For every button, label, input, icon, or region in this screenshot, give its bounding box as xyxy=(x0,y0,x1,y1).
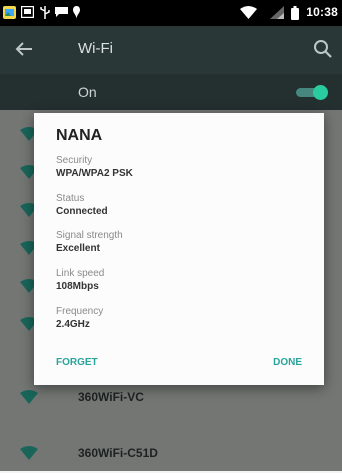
field-value: Excellent xyxy=(56,243,100,254)
usb-icon xyxy=(40,6,50,19)
status-bar: 10:38 xyxy=(0,0,342,26)
notification-icon xyxy=(73,6,80,19)
field-value: WPA/WPA2 PSK xyxy=(56,168,133,179)
network-details-dialog: NANA Security WPA/WPA2 PSK Status Connec… xyxy=(34,113,324,385)
gallery-icon xyxy=(3,6,16,19)
field-label: Security xyxy=(56,155,93,166)
field-label: Link speed xyxy=(56,268,105,279)
image-icon xyxy=(21,6,34,18)
done-button[interactable]: DONE xyxy=(273,357,302,368)
frequency-field: Frequency 2.4GHz xyxy=(56,306,103,331)
signal-icon xyxy=(270,6,284,19)
field-label: Frequency xyxy=(56,306,104,317)
link-speed-field: Link speed 108Mbps xyxy=(56,268,104,293)
signal-strength-field: Signal strength Excellent xyxy=(56,230,123,255)
field-value: 2.4GHz xyxy=(56,319,90,330)
field-value: 108Mbps xyxy=(56,281,99,292)
wifi-icon xyxy=(240,6,257,19)
dialog-title: NANA xyxy=(56,127,103,144)
battery-icon xyxy=(291,6,299,20)
field-value: Connected xyxy=(56,206,108,217)
field-label: Signal strength xyxy=(56,230,123,241)
security-field: Security WPA/WPA2 PSK xyxy=(56,155,133,180)
message-icon xyxy=(55,7,68,17)
status-field: Status Connected xyxy=(56,193,108,218)
status-time: 10:38 xyxy=(306,5,338,19)
field-label: Status xyxy=(56,193,85,204)
forget-button[interactable]: FORGET xyxy=(56,357,98,368)
